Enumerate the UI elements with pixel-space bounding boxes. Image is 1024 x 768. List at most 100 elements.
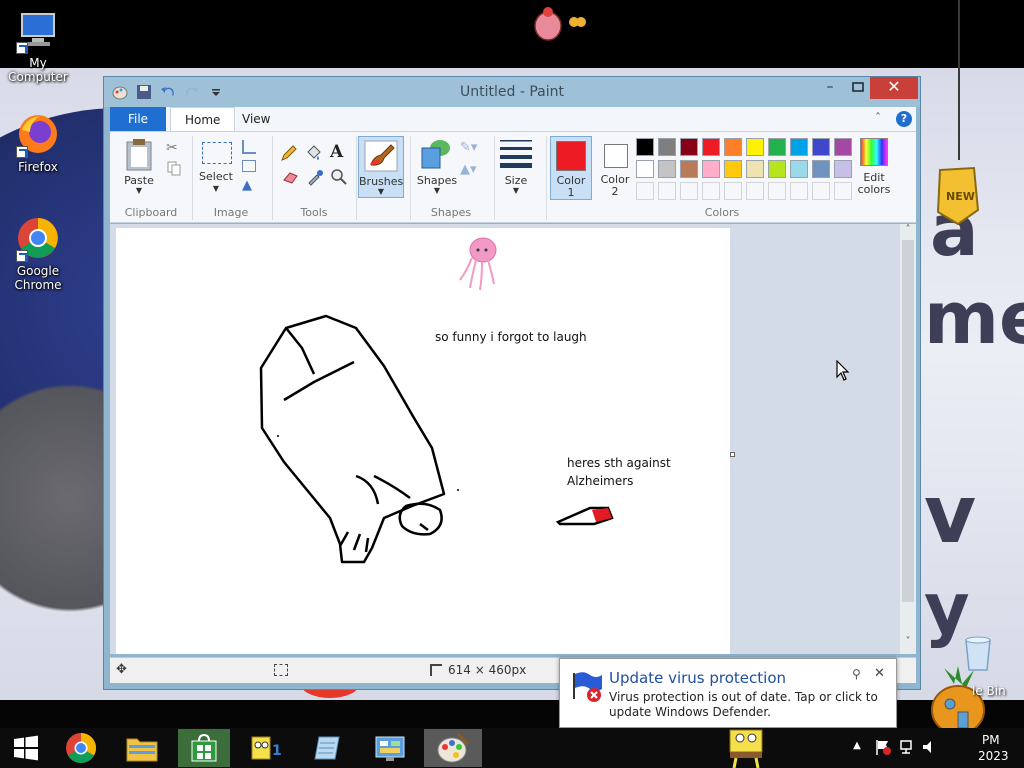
palette-swatch[interactable]: [636, 138, 654, 156]
scroll-down-icon[interactable]: ˅: [902, 636, 914, 650]
crop-icon[interactable]: [242, 140, 256, 154]
palette-swatch-empty[interactable]: [680, 182, 698, 200]
paint-window: Untitled - Paint – ✕ File Home View ˆ ? …: [103, 76, 921, 690]
size-button[interactable]: Size ▼: [498, 136, 534, 198]
palette-swatch[interactable]: [636, 160, 654, 178]
start-button[interactable]: [0, 729, 52, 767]
palette-swatch[interactable]: [746, 160, 764, 178]
taskbar-store[interactable]: [178, 729, 230, 767]
notification-toast[interactable]: Update virus protection Virus protection…: [559, 658, 897, 728]
taskbar-notepad[interactable]: [302, 729, 354, 767]
brushes-button[interactable]: Brushes ▼: [358, 136, 404, 198]
taskbar-chrome[interactable]: [55, 729, 107, 767]
tab-file[interactable]: File: [110, 107, 166, 131]
pin-icon[interactable]: ⚲: [852, 667, 866, 681]
minimize-ribbon-icon[interactable]: ˆ: [875, 112, 889, 126]
palette-swatch[interactable]: [724, 138, 742, 156]
canvas-resize-handle[interactable]: [730, 452, 735, 457]
palette-swatch-empty[interactable]: [724, 182, 742, 200]
show-hidden-icons[interactable]: ▲: [850, 740, 864, 754]
pencil-icon[interactable]: [280, 144, 298, 162]
firefox-icon: [16, 112, 60, 158]
select-button[interactable]: Select ▼: [196, 140, 236, 198]
copy-icon[interactable]: [166, 160, 182, 176]
palette-swatch[interactable]: [812, 138, 830, 156]
windows-logo-icon: [14, 735, 38, 761]
minimize-button[interactable]: –: [816, 77, 844, 99]
palette-swatch-empty[interactable]: [834, 182, 852, 200]
palette-swatch[interactable]: [768, 160, 786, 178]
color1-button[interactable]: Color 1: [550, 136, 592, 200]
action-center-flag-icon[interactable]: [874, 738, 892, 756]
palette-swatch-empty[interactable]: [658, 182, 676, 200]
color2-button[interactable]: Color 2: [596, 136, 634, 200]
pill-drawing: [555, 506, 614, 526]
palette-swatch[interactable]: [768, 138, 786, 156]
clock-time[interactable]: PM: [982, 733, 1000, 747]
scroll-thumb[interactable]: [902, 240, 914, 602]
palette-swatch[interactable]: [702, 160, 720, 178]
palette-swatch-empty[interactable]: [636, 182, 654, 200]
title-bar[interactable]: Untitled - Paint – ✕: [104, 77, 920, 107]
palette-swatch[interactable]: [680, 160, 698, 178]
help-icon[interactable]: ?: [896, 111, 912, 127]
rotate-icon[interactable]: ▲: [242, 178, 260, 193]
desktop-icon-my-computer[interactable]: My Computer: [0, 8, 76, 84]
vertical-scrollbar[interactable]: ˄ ˅: [900, 224, 916, 654]
wallpaper-text-me: me: [924, 276, 1024, 360]
palette-swatch[interactable]: [834, 138, 852, 156]
tab-view[interactable]: View: [228, 107, 284, 131]
palette-swatch[interactable]: [680, 138, 698, 156]
palette-swatch[interactable]: [812, 160, 830, 178]
palette-swatch-empty[interactable]: [702, 182, 720, 200]
palette-swatch[interactable]: [790, 160, 808, 178]
select-dropdown-icon: ▼: [212, 184, 220, 193]
desktop-icon-chrome[interactable]: Google Chrome: [0, 216, 76, 292]
cut-icon[interactable]: ✂: [166, 140, 182, 156]
resize-icon[interactable]: [242, 160, 256, 172]
edit-colors-button[interactable]: Edit colors: [856, 136, 892, 198]
clock-date[interactable]: 2023: [978, 749, 1009, 763]
fill-shape-icon[interactable]: ▲▾: [460, 162, 486, 178]
palette-swatch[interactable]: [790, 138, 808, 156]
text-tool-icon[interactable]: A: [330, 142, 348, 162]
volume-icon[interactable]: [920, 738, 938, 756]
palette-swatch[interactable]: [658, 160, 676, 178]
palette-swatch[interactable]: [658, 138, 676, 156]
notepad-icon: [314, 736, 340, 760]
shapes-button[interactable]: Shapes ▼: [414, 136, 460, 198]
close-button[interactable]: ✕: [870, 77, 918, 99]
network-icon[interactable]: [898, 738, 916, 756]
desktop-icon-firefox[interactable]: Firefox: [0, 112, 76, 174]
maximize-button[interactable]: [844, 77, 872, 99]
computer-icon: [16, 8, 60, 54]
defender-flag-icon: [573, 672, 602, 702]
taskbar-file-explorer[interactable]: [116, 729, 168, 767]
palette-swatch-empty[interactable]: [812, 182, 830, 200]
taskbar-paint[interactable]: [424, 729, 482, 767]
palette-swatch-empty[interactable]: [790, 182, 808, 200]
fill-icon[interactable]: [304, 144, 322, 162]
palette-swatch[interactable]: [746, 138, 764, 156]
palette-swatch-empty[interactable]: [746, 182, 764, 200]
paste-button[interactable]: Paste ▼: [116, 136, 162, 198]
store-icon: [191, 733, 217, 762]
magnifier-icon[interactable]: [330, 168, 348, 186]
tab-home[interactable]: Home: [170, 107, 236, 132]
palette-swatch[interactable]: [724, 160, 742, 178]
notification-close-icon[interactable]: ✕: [874, 667, 888, 681]
cursor-position-icon: ✥: [116, 662, 127, 677]
taskbar-control-panel[interactable]: [364, 729, 416, 767]
canvas-size-text: 614 × 460px: [448, 663, 527, 677]
control-panel-icon: [375, 736, 405, 761]
taskbar-spongebob-game[interactable]: 1: [240, 729, 292, 767]
palette-swatch[interactable]: [834, 160, 852, 178]
eraser-icon[interactable]: [282, 170, 300, 184]
outline-icon[interactable]: ✎▾: [460, 140, 486, 156]
drawing-canvas[interactable]: so funny i forgot to laugh heres sth aga…: [116, 228, 730, 654]
palette-swatch-empty[interactable]: [768, 182, 786, 200]
color-picker-icon[interactable]: [306, 168, 324, 186]
scroll-up-icon[interactable]: ˄: [902, 224, 914, 238]
palette-swatch[interactable]: [702, 138, 720, 156]
desktop-icon-label: My Computer: [8, 56, 68, 84]
